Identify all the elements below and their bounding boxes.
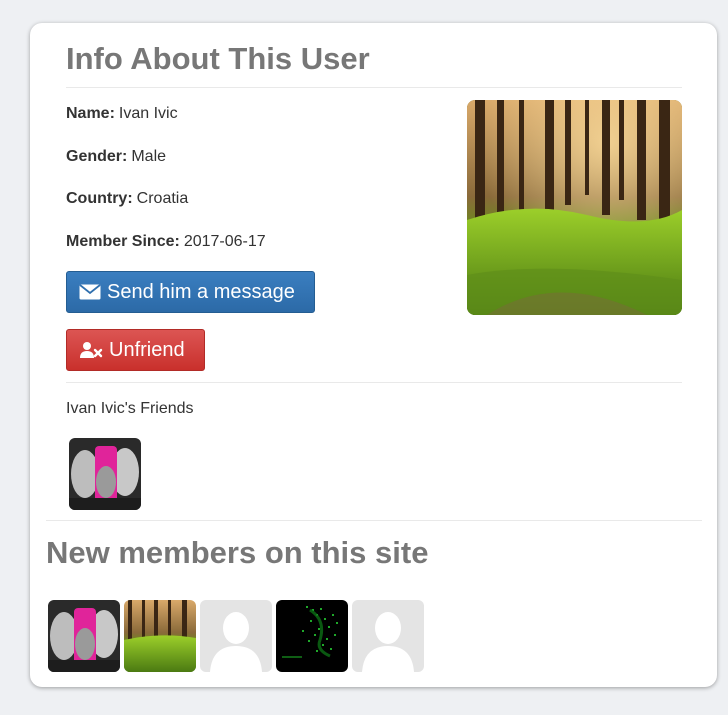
friend-thumb[interactable] — [69, 438, 141, 510]
field-value: Croatia — [136, 190, 189, 207]
info-country: Country: Croatia — [66, 190, 188, 208]
divider — [46, 520, 702, 521]
user-info-card: Info About This User Name: Ivan Ivic Gend… — [30, 23, 717, 687]
send-message-label: Send him a message — [107, 280, 295, 303]
field-label: Country: — [66, 190, 133, 207]
divider — [66, 382, 682, 383]
user-remove-icon — [79, 341, 103, 359]
field-value: Ivan Ivic — [118, 105, 178, 122]
info-member-since: Member Since: 2017-06-17 — [66, 233, 266, 251]
field-value: Male — [131, 148, 167, 165]
member-thumb-green-code[interactable] — [276, 600, 348, 672]
friends-label: Ivan Ivic's Friends — [66, 400, 194, 417]
field-label: Gender: — [66, 148, 128, 165]
unfriend-label: Unfriend — [109, 338, 185, 361]
field-label: Name: — [66, 105, 115, 122]
divider — [66, 87, 682, 88]
send-message-button[interactable]: Send him a message — [66, 271, 315, 313]
info-gender: Gender: Male — [66, 148, 166, 166]
page: Info About This User Name: Ivan Ivic Gend… — [0, 0, 728, 715]
member-thumb-forest[interactable] — [124, 600, 196, 672]
member-thumb-band[interactable] — [48, 600, 120, 672]
field-value: 2017-06-17 — [183, 233, 266, 250]
profile-photo — [467, 100, 682, 315]
info-name: Name: Ivan Ivic — [66, 105, 178, 123]
member-thumb-default-avatar[interactable] — [352, 600, 424, 672]
member-thumb-default-avatar[interactable] — [200, 600, 272, 672]
unfriend-button[interactable]: Unfriend — [66, 329, 205, 371]
new-members-title: New members on this site — [46, 535, 429, 570]
field-label: Member Since: — [66, 233, 180, 250]
profile-title: Info About This User — [66, 41, 370, 76]
envelope-icon — [79, 284, 101, 300]
